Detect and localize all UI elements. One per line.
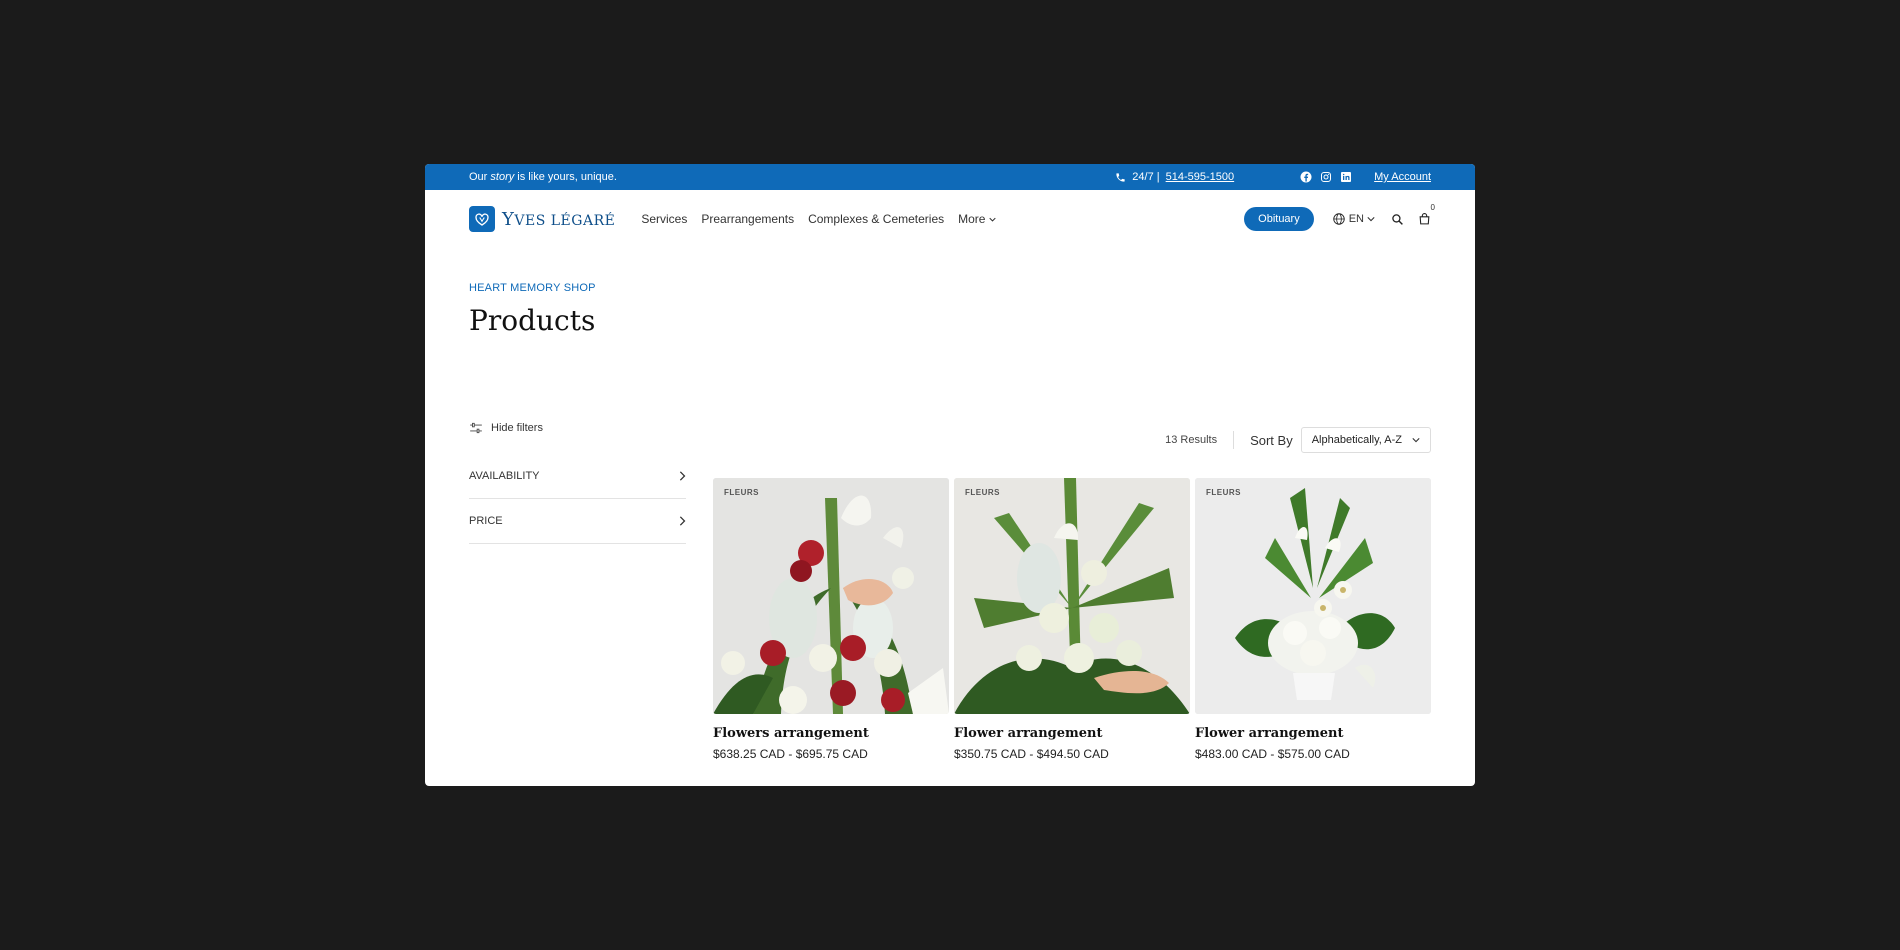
product-price: $483.00 CAD - $575.00 CAD [1195, 747, 1350, 761]
hide-filters-toggle[interactable]: Hide filters [469, 422, 543, 434]
shopping-bag-icon [1419, 213, 1430, 225]
sliders-icon [470, 422, 482, 434]
top-announcement-bar: Our story is like yours, unique. 24/7 | … [425, 164, 1475, 190]
logo-mark-icon [469, 206, 495, 232]
nav-item-more[interactable]: More [958, 212, 996, 226]
nav-item-prearrangements[interactable]: Prearrangements [701, 212, 794, 226]
product-card[interactable]: FLEURS Flower arrangement $483.00 CAD - … [1195, 478, 1431, 761]
language-selector[interactable]: EN [1332, 212, 1375, 226]
product-price: $350.75 CAD - $494.50 CAD [954, 747, 1109, 761]
product-price: $638.25 CAD - $695.75 CAD [713, 747, 868, 761]
phone-link[interactable]: 514-595-1500 [1166, 171, 1235, 183]
product-name[interactable]: Flower arrangement [954, 726, 1190, 741]
tagline: Our story is like yours, unique. [469, 171, 617, 183]
product-grid: FLEURS Flowers arrangement $638.25 CAD -… [713, 478, 1431, 761]
divider [1233, 431, 1235, 449]
product-name[interactable]: Flower arrangement [1195, 726, 1431, 741]
browser-window: Our story is like yours, unique. 24/7 | … [425, 164, 1475, 786]
product-badge: FLEURS [1206, 488, 1241, 497]
breadcrumb[interactable]: HEART MEMORY SHOP [469, 282, 1431, 294]
search-button[interactable] [1391, 213, 1404, 226]
nav-item-services[interactable]: Services [641, 212, 687, 226]
logo-wordmark: YVES LÉGARÉ [502, 208, 616, 230]
product-badge: FLEURS [724, 488, 759, 497]
page-title: Products [469, 304, 596, 337]
sort-value: Alphabetically, A-Z [1311, 434, 1402, 446]
cart-count-badge: 0 [1430, 203, 1435, 212]
page-header: HEART MEMORY SHOP Products [425, 248, 1475, 337]
chevron-right-icon [679, 471, 686, 481]
main-navigation: YVES LÉGARÉ Services Prearrangements Com… [425, 190, 1475, 248]
instagram-icon[interactable] [1320, 171, 1332, 183]
nav-item-complexes-cemeteries[interactable]: Complexes & Cemeteries [808, 212, 944, 226]
facet-availability[interactable]: AVAILABILITY [469, 454, 686, 499]
filters-sidebar: AVAILABILITY PRICE [469, 454, 686, 544]
chevron-down-icon [1412, 438, 1420, 443]
hide-filters-label: Hide filters [491, 422, 543, 434]
site-logo[interactable]: YVES LÉGARÉ [469, 206, 615, 232]
search-icon [1392, 213, 1403, 225]
facet-price[interactable]: PRICE [469, 499, 686, 544]
product-image[interactable]: FLEURS [713, 478, 949, 714]
product-badge: FLEURS [965, 488, 1000, 497]
social-links [1300, 171, 1352, 183]
linkedin-icon[interactable] [1340, 171, 1352, 183]
my-account-link[interactable]: My Account [1374, 171, 1431, 183]
results-count: 13 Results [1165, 434, 1218, 446]
cart-button[interactable]: 0 [1418, 203, 1435, 226]
facebook-icon[interactable] [1300, 171, 1312, 183]
globe-icon [1333, 213, 1345, 225]
sort-label: Sort By [1250, 432, 1293, 448]
facet-label: PRICE [469, 515, 503, 527]
product-name[interactable]: Flowers arrangement [713, 726, 949, 741]
hours-text: 24/7 | [1132, 171, 1160, 183]
nav-menu: Services Prearrangements Complexes & Cem… [641, 212, 996, 226]
product-image[interactable]: FLEURS [954, 478, 1190, 714]
sort-select[interactable]: Alphabetically, A-Z [1300, 427, 1431, 453]
phone-contact: 24/7 | 514-595-1500 [1115, 171, 1234, 183]
product-image[interactable]: FLEURS [1195, 478, 1431, 714]
chevron-right-icon [679, 516, 686, 526]
results-toolbar: 13 Results Sort By Alphabetically, A-Z [1165, 427, 1431, 453]
language-code: EN [1348, 213, 1364, 225]
product-card[interactable]: FLEURS Flowers arrangement $638.25 CAD -… [713, 478, 949, 761]
obituary-button[interactable]: Obituary [1244, 207, 1314, 231]
facet-label: AVAILABILITY [469, 470, 540, 482]
chevron-down-icon [1367, 217, 1375, 222]
chevron-down-icon [989, 217, 996, 222]
product-card[interactable]: FLEURS Flower arrangement $350.75 CAD - … [954, 478, 1190, 761]
phone-icon [1116, 172, 1125, 182]
